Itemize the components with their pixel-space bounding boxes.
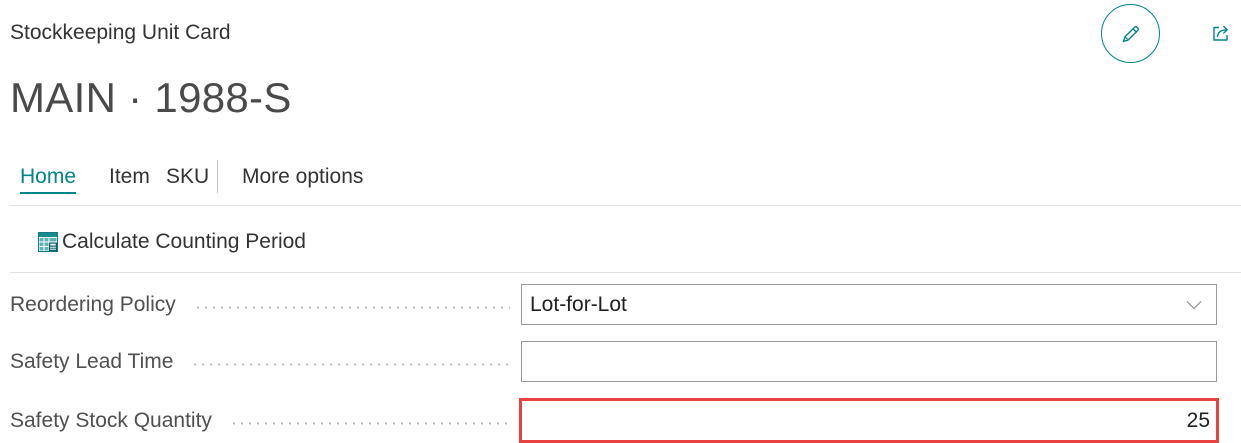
field-label-column: Safety Stock Quantity (10, 400, 513, 441)
page-title: MAIN · 1988-S (10, 74, 292, 121)
calculate-counting-period-icon (38, 232, 58, 252)
field-label-column: Safety Lead Time (10, 341, 513, 382)
reordering-policy-value: Lot-for-Lot (530, 292, 627, 316)
tab-sku[interactable]: SKU (166, 165, 209, 194)
safety-stock-quantity-input[interactable]: 25 (521, 400, 1217, 441)
dotted-leader (193, 305, 510, 309)
chevron-down-icon (1186, 300, 1202, 310)
tab-home[interactable]: Home (20, 165, 77, 194)
page-caption: Stockkeeping Unit Card (10, 21, 231, 44)
dotted-leader (191, 362, 510, 366)
dotted-leader (229, 421, 510, 425)
share-button[interactable] (1210, 22, 1232, 44)
edit-button[interactable] (1101, 4, 1160, 63)
pencil-icon (1120, 23, 1142, 45)
calculate-counting-period-button[interactable]: Calculate Counting Period (38, 230, 306, 254)
fasttab-divider (10, 272, 1241, 273)
field-safety-stock-quantity: Safety Stock Quantity 25 (10, 400, 1217, 441)
field-label-column: Reordering Policy (10, 284, 513, 325)
calculate-counting-period-label: Calculate Counting Period (62, 230, 306, 253)
tab-separator (217, 160, 218, 193)
field-safety-lead-time: Safety Lead Time (10, 341, 1217, 382)
field-reordering-policy: Reordering Policy Lot-for-Lot (10, 284, 1217, 325)
safety-lead-time-label: Safety Lead Time (10, 349, 174, 373)
share-icon (1211, 23, 1231, 43)
safety-lead-time-input[interactable] (521, 341, 1217, 382)
safety-stock-quantity-label: Safety Stock Quantity (10, 408, 212, 432)
action-bar-divider (10, 205, 1241, 206)
reordering-policy-select[interactable]: Lot-for-Lot (521, 284, 1217, 325)
reordering-policy-label: Reordering Policy (10, 292, 176, 316)
tab-item[interactable]: Item (109, 165, 150, 194)
more-options-button[interactable]: More options (242, 165, 363, 194)
